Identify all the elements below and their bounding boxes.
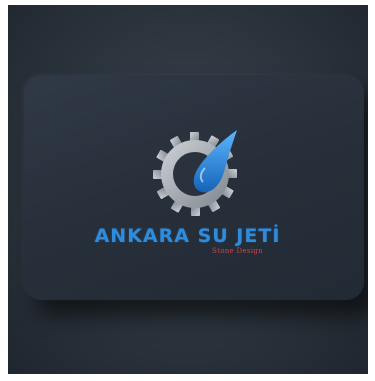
logo-mark <box>153 130 237 216</box>
brand-name: ANKARA SU JETİ <box>94 225 281 247</box>
tagline: Stone Design <box>212 247 263 255</box>
